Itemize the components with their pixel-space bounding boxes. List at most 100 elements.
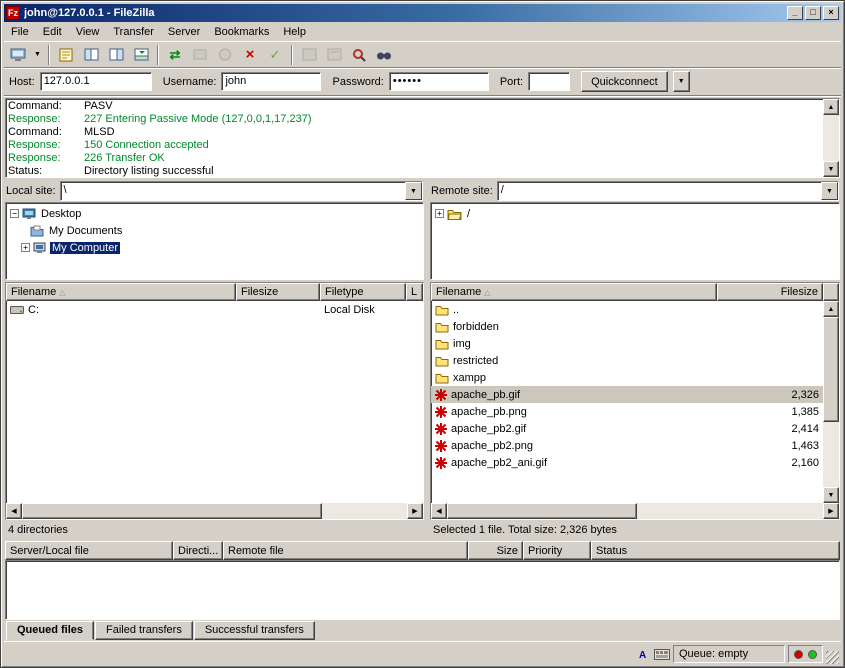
column-header-priority[interactable]: Priority — [523, 541, 591, 560]
menu-edit[interactable]: Edit — [36, 24, 69, 40]
host-input[interactable]: 127.0.0.1 — [40, 72, 152, 91]
column-header-filename[interactable]: Filename△ — [431, 283, 717, 301]
quickconnect-button[interactable]: Quickconnect — [581, 71, 668, 92]
tree-item-my-documents[interactable]: My Documents — [6, 222, 423, 239]
menu-bookmarks[interactable]: Bookmarks — [207, 24, 276, 40]
scrollbar-thumb[interactable] — [22, 503, 322, 519]
column-header-filesize[interactable]: Filesize — [236, 283, 320, 301]
remote-file-row-selected[interactable]: apache_pb.gif 2,326 — [431, 386, 823, 403]
port-input[interactable] — [528, 72, 570, 91]
remote-file-row[interactable]: apache_pb.png 1,385 — [431, 403, 823, 420]
drive-icon — [10, 304, 24, 316]
find-files-button[interactable] — [372, 44, 396, 66]
site-manager-dropdown-button[interactable]: ▼ — [31, 44, 44, 66]
queue-header: Server/Local file Directi... Remote file… — [5, 541, 840, 560]
scroll-left-icon[interactable]: ◀ — [431, 503, 447, 519]
log-vertical-scrollbar[interactable]: ▲ ▼ — [823, 99, 839, 177]
local-site-label: Local site: — [6, 185, 56, 197]
column-header-size[interactable]: Size — [468, 541, 523, 560]
tree-item-desktop[interactable]: − Desktop — [6, 205, 423, 222]
svg-text:A: A — [639, 650, 646, 660]
tab-queued-files[interactable]: Queued files — [6, 621, 94, 640]
title-bar[interactable]: Fz john@127.0.0.1 - FileZilla _ □ × — [4, 4, 841, 22]
local-site-combobox[interactable]: \ ▼ — [60, 181, 423, 201]
remote-file-row[interactable]: img — [431, 335, 823, 352]
scroll-left-icon[interactable]: ◀ — [6, 503, 22, 519]
remote-file-row[interactable]: restricted — [431, 352, 823, 369]
filter-button[interactable] — [322, 44, 346, 66]
log-line: Command:PASV — [8, 100, 821, 113]
encryption-indicator-icon[interactable] — [654, 647, 670, 662]
local-file-row[interactable]: C: Local Disk — [6, 301, 423, 318]
remote-file-row[interactable]: forbidden — [431, 318, 823, 335]
directory-comparison-button[interactable] — [347, 44, 371, 66]
local-site-value: \ — [61, 182, 405, 200]
menu-file[interactable]: File — [4, 24, 36, 40]
remote-file-row[interactable]: apache_pb2.gif 2,414 — [431, 420, 823, 437]
scrollbar-thumb[interactable] — [823, 317, 839, 422]
column-header-filetype[interactable]: Filetype — [320, 283, 406, 301]
tree-item-root[interactable]: + / — [431, 205, 839, 222]
column-header-filename[interactable]: Filename△ — [6, 283, 236, 301]
remote-vertical-scrollbar[interactable]: ▲ ▼ — [823, 301, 839, 503]
local-horizontal-scrollbar[interactable]: ◀ ▶ — [6, 503, 423, 519]
remote-site-combobox[interactable]: / ▼ — [497, 181, 839, 201]
remote-file-row[interactable]: apache_pb2_ani.gif 2,160 — [431, 454, 823, 471]
process-queue-button[interactable] — [188, 44, 212, 66]
tree-item-my-computer[interactable]: + My Computer — [6, 239, 423, 256]
remote-file-row[interactable]: .. — [431, 301, 823, 318]
desktop-icon — [22, 208, 36, 220]
transfer-type-indicator-icon[interactable]: A — [635, 647, 651, 662]
disconnect-button[interactable]: ✓ — [263, 44, 287, 66]
column-header-server-local-file[interactable]: Server/Local file — [5, 541, 173, 560]
tab-successful-transfers[interactable]: Successful transfers — [194, 621, 315, 640]
chevron-down-icon[interactable]: ▼ — [821, 182, 838, 200]
chevron-down-icon[interactable]: ▼ — [405, 182, 422, 200]
collapse-icon[interactable]: − — [10, 209, 19, 218]
sort-asc-icon: △ — [484, 288, 490, 297]
refresh-button[interactable]: ⇄ — [163, 44, 187, 66]
minimize-button[interactable]: _ — [787, 6, 803, 20]
reconnect-button[interactable] — [297, 44, 321, 66]
column-header-filesize[interactable]: Filesize — [717, 283, 823, 301]
column-header-remote-file[interactable]: Remote file — [223, 541, 468, 560]
menu-server[interactable]: Server — [161, 24, 207, 40]
remote-file-row[interactable]: xampp — [431, 369, 823, 386]
scroll-down-icon[interactable]: ▼ — [823, 161, 839, 177]
toggle-queue-button[interactable] — [129, 44, 153, 66]
expand-icon[interactable]: + — [21, 243, 30, 252]
username-input[interactable]: john — [221, 72, 321, 91]
menu-view[interactable]: View — [69, 24, 107, 40]
toggle-remote-tree-button[interactable] — [104, 44, 128, 66]
site-manager-button[interactable] — [6, 44, 30, 66]
scroll-up-icon[interactable]: ▲ — [823, 301, 839, 317]
remote-file-row[interactable]: apache_pb2.png 1,463 — [431, 437, 823, 454]
toggle-message-log-button[interactable] — [54, 44, 78, 66]
scroll-right-icon[interactable]: ▶ — [407, 503, 423, 519]
abort-transfer-button[interactable] — [213, 44, 237, 66]
menu-help[interactable]: Help — [276, 24, 313, 40]
column-header-lastmodified[interactable]: L — [406, 283, 423, 301]
maximize-button[interactable]: □ — [805, 6, 821, 20]
column-header-status[interactable]: Status — [591, 541, 840, 560]
remote-file-list: Filename△ Filesize .. forbidden — [430, 282, 840, 520]
toggle-local-tree-button[interactable] — [79, 44, 103, 66]
scrollbar-thumb[interactable] — [447, 503, 637, 519]
password-input[interactable]: •••••• — [389, 72, 489, 91]
tab-failed-transfers[interactable]: Failed transfers — [95, 621, 193, 640]
remote-horizontal-scrollbar[interactable]: ◀ ▶ — [431, 503, 839, 519]
menu-transfer[interactable]: Transfer — [106, 24, 161, 40]
quickconnect-dropdown-button[interactable]: ▼ — [673, 71, 690, 92]
column-header-direction[interactable]: Directi... — [173, 541, 223, 560]
scroll-right-icon[interactable]: ▶ — [823, 503, 839, 519]
resize-grip[interactable] — [826, 651, 839, 664]
tree-item-label: My Documents — [47, 225, 124, 237]
remote-pane: Remote site: / ▼ + / Filename△ Filesize — [429, 180, 841, 540]
sort-asc-icon: △ — [59, 288, 65, 297]
cancel-operation-button[interactable]: × — [238, 44, 262, 66]
scroll-down-icon[interactable]: ▼ — [823, 487, 839, 503]
expand-icon[interactable]: + — [435, 209, 444, 218]
transfer-queue-list[interactable] — [5, 560, 840, 620]
close-button[interactable]: × — [823, 6, 839, 20]
scroll-up-icon[interactable]: ▲ — [823, 99, 839, 115]
